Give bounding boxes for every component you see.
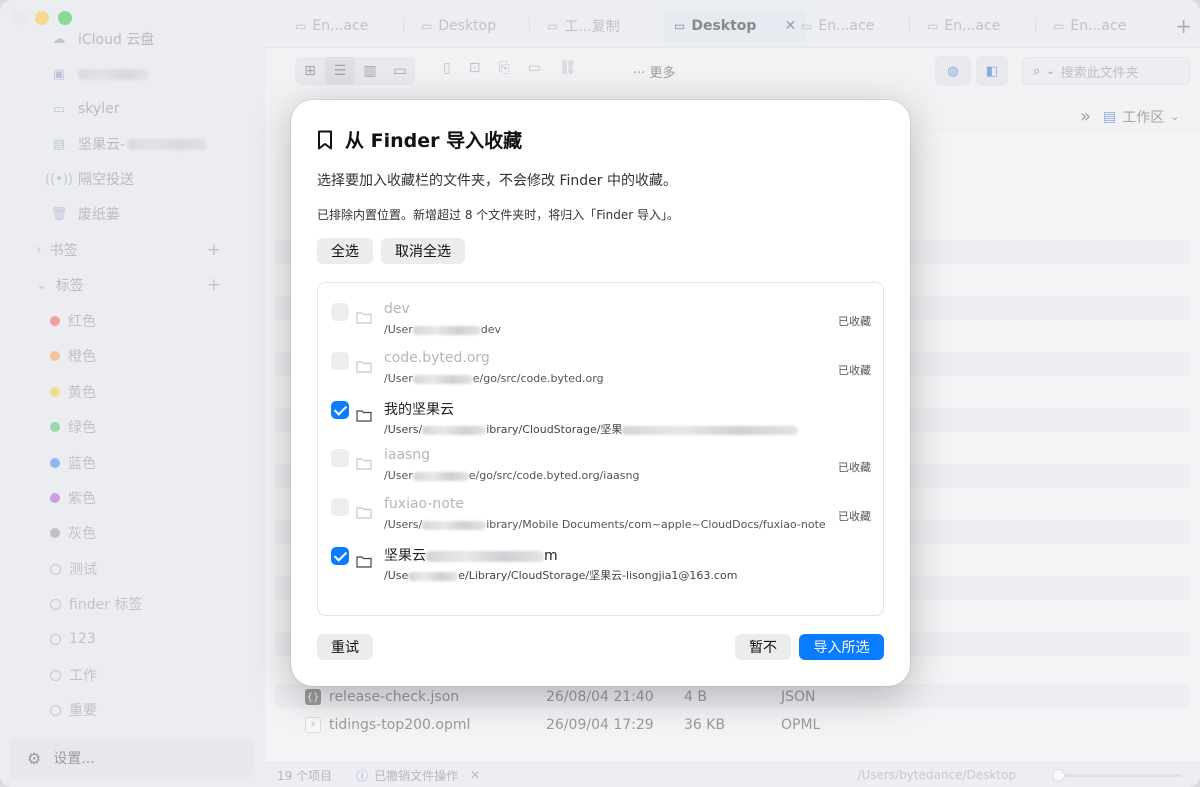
blurred-path (412, 374, 473, 384)
path-start: /Use (384, 569, 409, 582)
favorited-badge: 已收藏 (838, 315, 871, 328)
path-start: /User (384, 323, 413, 336)
folder-icon (356, 361, 372, 373)
folder-path: /User dev (384, 323, 501, 336)
folder-name: 坚果云 m (384, 545, 558, 565)
blurred-path (412, 325, 481, 335)
retry-button[interactable]: 重试 (317, 634, 373, 660)
blurred-path (622, 425, 799, 435)
list-item[interactable]: 坚果云 m /Use e/Library/CloudStorage/坚果云-liso… (318, 535, 883, 583)
favorited-badge: 已收藏 (838, 364, 871, 377)
checkbox-checked[interactable] (331, 547, 349, 565)
path-start: /User (384, 469, 413, 482)
name-end: m (544, 548, 558, 564)
bookmark-icon (318, 130, 332, 149)
select-all-button[interactable]: 全选 (317, 238, 373, 264)
folder-path: /User e/go/src/code.byted.org (384, 372, 604, 385)
checkbox (331, 303, 349, 321)
folder-name: code.byted.org (384, 350, 490, 366)
folder-list: dev /User dev 已收藏 code.byted.org /User e/g… (317, 282, 884, 616)
dialog-title-text: 从 Finder 导入收藏 (345, 130, 523, 152)
path-start: /Users/ (384, 423, 423, 436)
deselect-all-button[interactable]: 取消全选 (381, 238, 465, 264)
folder-name: fuxiao-note (384, 496, 464, 512)
path-end: e/go/src/code.byted.org/iaasng (468, 469, 640, 482)
blurred-path (422, 425, 487, 435)
import-dialog: 从 Finder 导入收藏 选择要加入收藏栏的文件夹，不会修改 Finder 中… (291, 100, 910, 686)
folder-path: /Users/ibrary/CloudStorage/坚果 (384, 421, 799, 437)
list-item: dev /User dev 已收藏 (318, 291, 883, 339)
dialog-title: 从 Finder 导入收藏 (317, 126, 522, 153)
folder-name: dev (384, 301, 410, 317)
path-end: ibrary/Mobile Documents/com~apple~CloudD… (486, 518, 826, 531)
not-now-button[interactable]: 暂不 (735, 634, 791, 660)
checkbox (331, 449, 349, 467)
import-selected-button[interactable]: 导入所选 (799, 634, 884, 660)
path-start: /Users/ (384, 518, 423, 531)
folder-path: /User e/go/src/code.byted.org/iaasng (384, 469, 640, 482)
blurred-path (408, 571, 459, 581)
folder-name: iaasng (384, 447, 431, 463)
folder-path: /Use e/Library/CloudStorage/坚果云-lisongjia… (384, 567, 737, 583)
list-item: fuxiao-note /Users/ibrary/Mobile Documen… (318, 486, 883, 534)
list-item[interactable]: 我的坚果云 /Users/ibrary/CloudStorage/坚果 (318, 389, 883, 437)
blurred-path (412, 471, 469, 481)
checkbox (331, 498, 349, 516)
folder-icon (356, 556, 372, 568)
folder-path: /Users/ibrary/Mobile Documents/com~apple… (384, 518, 826, 531)
folder-icon (356, 507, 372, 519)
path-start: /User (384, 372, 413, 385)
checkbox-checked[interactable] (331, 401, 349, 419)
path-end: ibrary/CloudStorage/坚果 (486, 423, 623, 436)
favorited-badge: 已收藏 (838, 461, 871, 474)
finder-window: ☁ iCloud 云盘 ▣ ▭ skyler ▤ 坚果云- ((•)) 隔空投送… (0, 0, 1200, 787)
folder-icon (356, 312, 372, 324)
list-item: iaasng /User e/go/src/code.byted.org/iaas… (318, 437, 883, 485)
folder-icon (356, 458, 372, 470)
dialog-note: 已排除内置位置。新增超过 8 个文件夹时，将归入「Finder 导入」。 (317, 208, 679, 222)
path-end: e/go/src/code.byted.org (472, 372, 604, 385)
blurred-name (426, 550, 544, 562)
dialog-description: 选择要加入收藏栏的文件夹，不会修改 Finder 中的收藏。 (317, 173, 677, 189)
folder-icon (356, 410, 372, 422)
path-end: dev (480, 323, 502, 336)
favorited-badge: 已收藏 (838, 510, 871, 523)
list-item: code.byted.org /User e/go/src/code.byted.… (318, 340, 883, 388)
name-start: 坚果云 (384, 548, 426, 564)
blurred-path (422, 520, 487, 530)
path-end: e/Library/CloudStorage/坚果云-lisongjia1@16… (458, 569, 738, 582)
folder-name: 我的坚果云 (384, 402, 454, 418)
checkbox (331, 352, 349, 370)
